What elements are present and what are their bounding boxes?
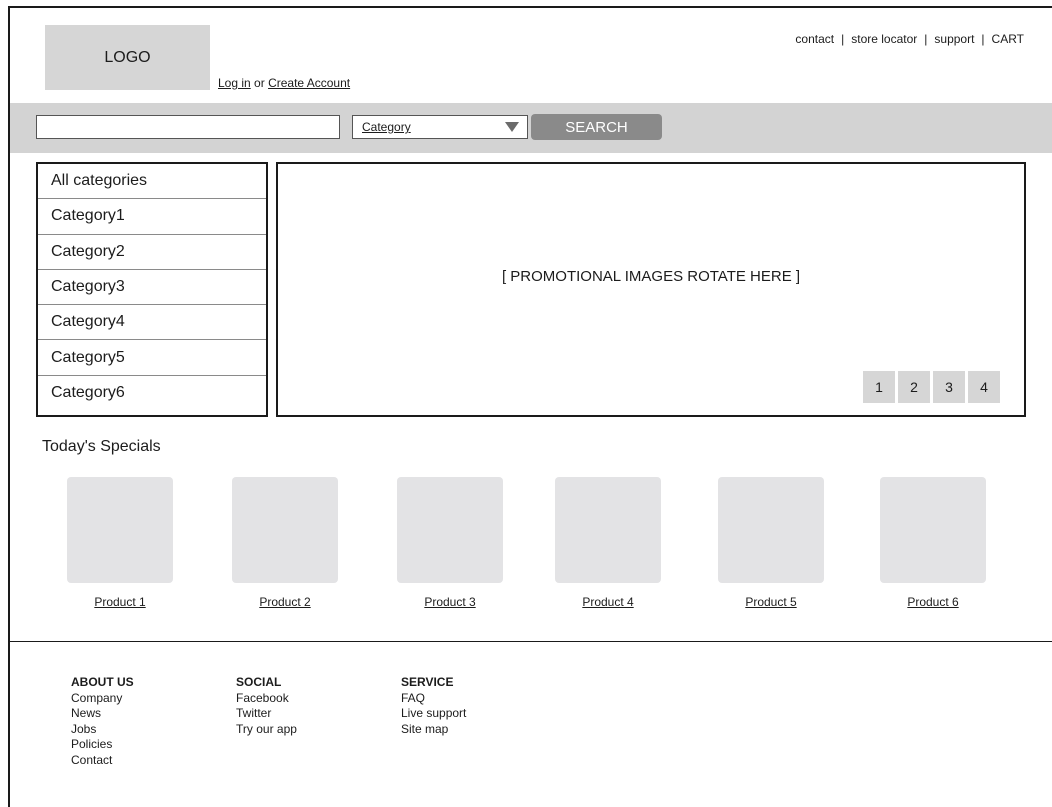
search-button[interactable]: SEARCH	[531, 114, 662, 140]
product-card: Product 3	[385, 477, 515, 609]
product-card: Product 1	[55, 477, 185, 609]
footer-link-policies[interactable]: Policies	[71, 737, 134, 753]
category-item-6[interactable]: Category6	[38, 376, 266, 411]
login-link[interactable]: Log in	[218, 76, 251, 90]
product-link[interactable]: Product 6	[868, 595, 998, 609]
promo-placeholder-text: [ PROMOTIONAL IMAGES ROTATE HERE ]	[501, 268, 801, 285]
product-image[interactable]	[555, 477, 661, 583]
store-locator-link[interactable]: store locator	[851, 32, 917, 46]
specials-heading: Today's Specials	[42, 438, 161, 455]
promo-carousel: [ PROMOTIONAL IMAGES ROTATE HERE ] 1 2 3…	[276, 162, 1026, 417]
category-list: All categories Category1 Category2 Categ…	[36, 162, 268, 417]
pager-item-1[interactable]: 1	[863, 371, 895, 403]
chevron-down-icon	[505, 122, 519, 132]
search-bar: Category SEARCH	[10, 103, 1052, 153]
or-text: or	[254, 76, 265, 90]
footer-link-contact[interactable]: Contact	[71, 753, 134, 769]
footer-link-news[interactable]: News	[71, 706, 134, 722]
support-link[interactable]: support	[934, 32, 974, 46]
carousel-pager: 1 2 3 4	[863, 371, 1000, 403]
separator: |	[981, 32, 985, 46]
footer-service-column: SERVICE FAQ Live support Site map	[401, 675, 466, 737]
footer-social-column: SOCIAL Facebook Twitter Try our app	[236, 675, 297, 737]
product-card: Product 4	[543, 477, 673, 609]
footer-link-app[interactable]: Try our app	[236, 722, 297, 738]
logo[interactable]: LOGO	[45, 25, 210, 90]
footer-link-site-map[interactable]: Site map	[401, 722, 466, 738]
product-link[interactable]: Product 3	[385, 595, 515, 609]
product-link[interactable]: Product 2	[220, 595, 350, 609]
account-links: Log in or Create Account	[218, 76, 350, 90]
product-link[interactable]: Product 5	[706, 595, 836, 609]
product-image[interactable]	[718, 477, 824, 583]
footer-social-heading: SOCIAL	[236, 675, 282, 689]
footer-about-heading: ABOUT US	[71, 675, 134, 689]
product-card: Product 6	[868, 477, 998, 609]
product-image[interactable]	[232, 477, 338, 583]
category-dropdown-label: Category	[362, 120, 411, 134]
footer-link-company[interactable]: Company	[71, 691, 134, 707]
product-link[interactable]: Product 1	[55, 595, 185, 609]
utility-nav: contact | store locator | support | CART	[795, 32, 1024, 46]
category-dropdown[interactable]: Category	[352, 115, 528, 139]
separator: |	[924, 32, 928, 46]
create-account-link[interactable]: Create Account	[268, 76, 350, 90]
footer-link-jobs[interactable]: Jobs	[71, 722, 134, 738]
footer-link-twitter[interactable]: Twitter	[236, 706, 297, 722]
product-link[interactable]: Product 4	[543, 595, 673, 609]
cart-link[interactable]: CART	[992, 32, 1024, 46]
category-item-2[interactable]: Category2	[38, 235, 266, 270]
separator: |	[841, 32, 845, 46]
contact-link[interactable]: contact	[795, 32, 834, 46]
category-item-all[interactable]: All categories	[38, 164, 266, 200]
footer-link-faq[interactable]: FAQ	[401, 691, 466, 707]
footer-about-column: ABOUT US Company News Jobs Policies Cont…	[71, 675, 134, 768]
product-card: Product 5	[706, 477, 836, 609]
footer-link-facebook[interactable]: Facebook	[236, 691, 297, 707]
pager-item-2[interactable]: 2	[898, 371, 930, 403]
category-item-3[interactable]: Category3	[38, 270, 266, 306]
pager-item-3[interactable]: 3	[933, 371, 965, 403]
category-item-1[interactable]: Category1	[38, 199, 266, 235]
logo-text: LOGO	[104, 48, 151, 66]
product-image[interactable]	[880, 477, 986, 583]
category-item-4[interactable]: Category4	[38, 305, 266, 341]
footer-link-live-support[interactable]: Live support	[401, 706, 466, 722]
category-item-5[interactable]: Category5	[38, 340, 266, 376]
footer-service-heading: SERVICE	[401, 675, 454, 689]
product-card: Product 2	[220, 477, 350, 609]
product-image[interactable]	[67, 477, 173, 583]
footer-divider	[10, 641, 1052, 642]
pager-item-4[interactable]: 4	[968, 371, 1000, 403]
search-input[interactable]	[36, 115, 340, 139]
product-image[interactable]	[397, 477, 503, 583]
